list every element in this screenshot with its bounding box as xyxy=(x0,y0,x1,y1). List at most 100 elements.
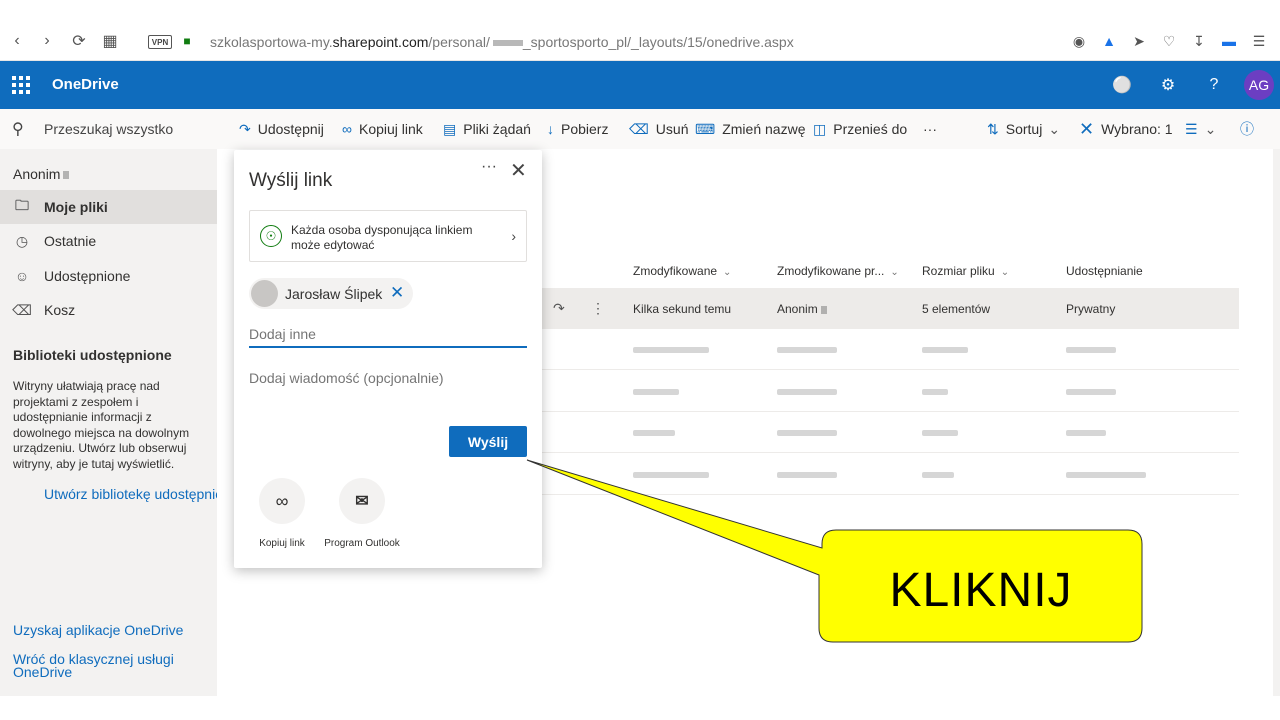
redacted-text xyxy=(1066,347,1116,353)
outlook-option-label: Program Outlook xyxy=(324,538,400,549)
table-row[interactable] xyxy=(533,412,1239,453)
avatar[interactable]: AG xyxy=(1244,70,1274,100)
battery-icon[interactable]: ▬ xyxy=(1218,30,1240,52)
browser-actions: ◉ ▲ ➤ ♡ ↧ ▬ ☰ xyxy=(1068,30,1270,52)
column-header-modified-by[interactable]: Zmodyfikowane pr... ⌄ xyxy=(777,264,899,278)
search-placeholder: Przeszukaj wszystko xyxy=(44,121,174,137)
outlook-icon: ✉ xyxy=(339,478,385,524)
redacted-text xyxy=(777,430,837,436)
rename-label: Zmień nazwę xyxy=(722,121,806,137)
tabs-grid-icon[interactable]: ▦ xyxy=(99,30,121,52)
send-button[interactable]: Wyślij xyxy=(449,426,527,457)
address-bar[interactable]: szkolasportowa-my.sharepoint.com/persona… xyxy=(210,34,794,50)
redacted-text xyxy=(1066,389,1116,395)
download-label: Pobierz xyxy=(561,121,609,137)
column-header-modified[interactable]: Zmodyfikowane ⌄ xyxy=(633,264,731,278)
menu-icon[interactable]: ☰ xyxy=(1248,30,1270,52)
more-options-icon[interactable]: ··· xyxy=(481,158,497,176)
redacted-text xyxy=(633,389,679,395)
nav-item-my-files[interactable]: 🗀 Moje pliki xyxy=(0,190,217,224)
send-link-dialog: Wyślij link ··· ✕ ☉ Każda osoba dysponuj… xyxy=(234,150,542,568)
back-icon[interactable]: ‹ xyxy=(6,30,28,52)
vpn-badge[interactable]: VPN xyxy=(148,35,172,49)
copy-link-button[interactable]: ∞ Kopiuj link xyxy=(342,109,423,149)
redacted-text xyxy=(777,347,837,353)
redacted-text xyxy=(633,472,709,478)
chevron-down-icon: ⌄ xyxy=(890,267,899,278)
column-label: Zmodyfikowane xyxy=(633,264,718,278)
download-button[interactable]: ↓ Pobierz xyxy=(547,109,608,149)
app-launcher-icon[interactable] xyxy=(12,76,30,94)
cell-sharing: Prywatny xyxy=(1066,302,1116,316)
cell-size: 5 elementów xyxy=(922,302,991,316)
url-path: /personal/ xyxy=(428,34,490,50)
copy-link-option[interactable]: ∞ Kopiuj link xyxy=(242,478,322,549)
table-row[interactable] xyxy=(533,371,1239,412)
nav-item-recent[interactable]: ◷ Ostatnie xyxy=(0,224,217,258)
column-header-file-size[interactable]: Rozmiar pliku ⌄ xyxy=(922,264,1009,278)
trash-icon: ⌫ xyxy=(12,301,32,318)
delete-button[interactable]: ⌫ Usuń xyxy=(629,109,688,149)
redacted-text xyxy=(922,347,968,353)
redacted-text xyxy=(820,305,827,314)
column-header-sharing[interactable]: Udostępnianie xyxy=(1066,264,1143,278)
sort-label: Sortuj xyxy=(1005,121,1043,137)
move-to-button[interactable]: ◫ Przenieś do xyxy=(813,109,907,149)
column-label: Rozmiar pliku xyxy=(922,264,995,278)
link-settings-button[interactable]: ☉ Każda osoba dysponująca linkiem może e… xyxy=(249,210,527,262)
delete-label: Usuń xyxy=(655,121,689,137)
heart-icon[interactable]: ♡ xyxy=(1158,30,1180,52)
classic-onedrive-link[interactable]: Wróć do klasycznej usługi OneDrive xyxy=(13,652,203,679)
scrollbar[interactable] xyxy=(1273,149,1280,696)
nav-item-trash[interactable]: ⌫ Kosz xyxy=(0,293,217,327)
recipient-pill[interactable]: Jarosław Ślipek ✕ xyxy=(249,278,413,309)
user-name: Anonim xyxy=(13,166,70,182)
table-row[interactable] xyxy=(533,329,1239,370)
column-label: Udostępnianie xyxy=(1066,264,1143,278)
url-suffix: _sportosporto_pl/_layouts/15/onedrive.as… xyxy=(522,34,794,50)
cell-modified: Kilka sekund temu xyxy=(633,302,732,316)
sort-icon: ⇅ xyxy=(987,120,999,137)
rename-button[interactable]: ⌨ Zmień nazwę xyxy=(695,109,805,149)
close-icon[interactable]: ✕ xyxy=(510,158,527,183)
more-commands-button[interactable]: ··· xyxy=(923,109,937,149)
globe-icon: ☉ xyxy=(260,225,282,247)
table-row[interactable]: ↷ ⋮ Kilka sekund temu Anonim 5 elementów… xyxy=(533,288,1239,329)
more-vertical-icon[interactable]: ⋮ xyxy=(591,300,605,317)
table-row[interactable] xyxy=(533,454,1239,495)
trash-icon: ⌫ xyxy=(629,120,649,137)
create-library-link[interactable]: Utwórz bibliotekę udostępnioną xyxy=(44,486,217,502)
nav-item-label: Ostatnie xyxy=(44,233,97,249)
help-icon[interactable]: ? xyxy=(1202,73,1226,97)
share-button[interactable]: ↷ Udostępnij xyxy=(239,109,324,149)
search-input[interactable]: ⚲ Przeszukaj wszystko xyxy=(0,109,217,149)
search-icon: ⚲ xyxy=(12,121,24,138)
outlook-option[interactable]: ✉ Program Outlook xyxy=(322,478,402,549)
remove-recipient-icon[interactable]: ✕ xyxy=(390,283,404,303)
nav-item-shared[interactable]: ☺ Udostępnione xyxy=(0,259,217,293)
get-apps-link[interactable]: Uzyskaj aplikacje OneDrive xyxy=(13,623,203,637)
request-files-button[interactable]: ▤ Pliki żądań xyxy=(443,109,531,149)
send-icon[interactable]: ➤ xyxy=(1128,30,1150,52)
forward-icon[interactable]: › xyxy=(36,30,58,52)
camera-icon[interactable]: ◉ xyxy=(1068,30,1090,52)
download-icon[interactable]: ↧ xyxy=(1188,30,1210,52)
info-button[interactable]: ⓘ xyxy=(1240,109,1261,149)
app-title[interactable]: OneDrive xyxy=(52,76,119,93)
redacted-text xyxy=(1066,472,1146,478)
reload-icon[interactable]: ⟳ xyxy=(68,30,90,52)
gear-icon[interactable]: ⚙ xyxy=(1156,73,1180,97)
sort-button[interactable]: ⇅ Sortuj ⌄ xyxy=(987,109,1060,149)
share-icon[interactable]: ↷ xyxy=(553,300,565,317)
message-input[interactable] xyxy=(249,370,527,420)
view-list-icon: ☰ xyxy=(1185,120,1198,137)
view-options-button[interactable]: ☰ ⌄ xyxy=(1185,109,1216,149)
bell-icon[interactable]: ⚪ xyxy=(1110,73,1134,97)
clear-selection-button[interactable]: ✕ Wybrano: 1 xyxy=(1079,109,1173,149)
shared-libraries-description: Witryny ułatwiają pracę nad projektami z… xyxy=(13,379,190,471)
add-recipient-input[interactable] xyxy=(249,322,527,348)
shield-icon[interactable]: ▲ xyxy=(1098,30,1120,52)
lock-icon[interactable]: ■ xyxy=(176,30,198,52)
redacted-text xyxy=(633,347,709,353)
request-files-label: Pliki żądań xyxy=(463,121,531,137)
